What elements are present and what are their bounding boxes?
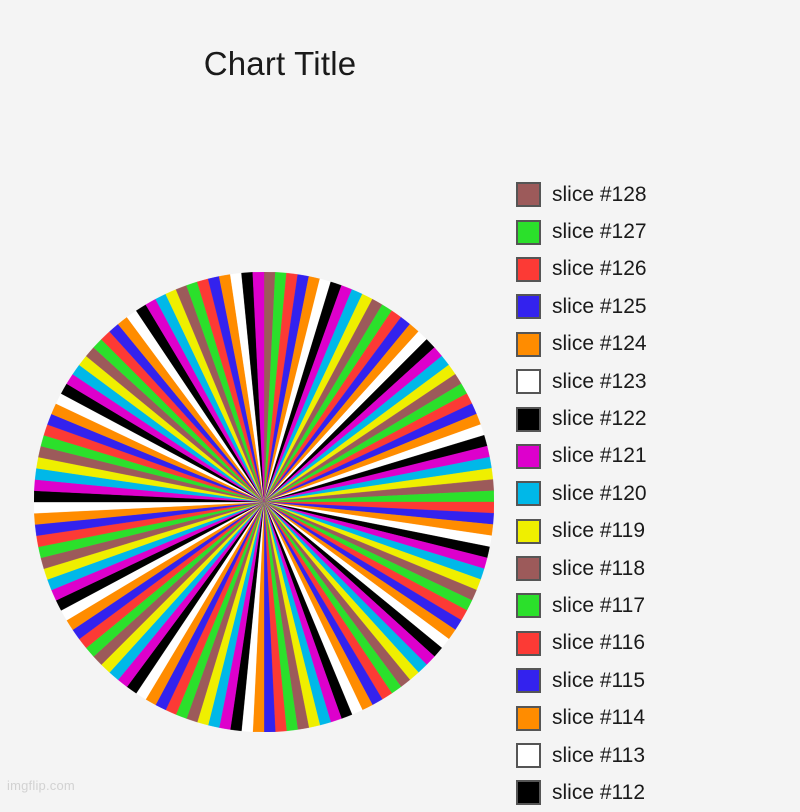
legend-item[interactable]: slice #112 [516, 774, 800, 811]
legend-item[interactable]: slice #126 [516, 251, 800, 288]
legend-color-swatch [516, 331, 541, 357]
legend-item-label: slice #121 [552, 444, 647, 468]
chart-legend: slice #128 slice #127 slice #126 slice #125… [516, 176, 800, 812]
legend-color-swatch [516, 556, 541, 582]
legend-item-label: slice #126 [552, 257, 647, 281]
legend-item-label: slice #115 [552, 668, 646, 692]
legend-item[interactable]: slice #116 [516, 625, 800, 662]
legend-color-swatch [516, 443, 541, 469]
pie-chart-canvas[interactable] [34, 272, 494, 732]
legend-color-swatch [516, 481, 541, 507]
legend-color-swatch [516, 668, 541, 694]
legend-color-swatch [516, 743, 541, 769]
legend-item-label: slice #116 [552, 631, 646, 655]
legend-color-swatch [516, 780, 541, 806]
legend-item-label: slice #119 [552, 519, 646, 543]
legend-color-swatch [516, 705, 541, 731]
legend-color-swatch [516, 256, 541, 282]
legend-item-label: slice #113 [552, 743, 646, 767]
legend-item-label: slice #122 [552, 407, 647, 431]
legend-item[interactable]: slice #120 [516, 475, 800, 512]
legend-item-label: slice #128 [552, 182, 647, 206]
legend-item[interactable]: slice #115 [516, 662, 800, 699]
legend-item[interactable]: slice #122 [516, 400, 800, 437]
legend-item-label: slice #117 [552, 593, 646, 617]
legend-item-label: slice #124 [552, 332, 647, 356]
legend-item[interactable]: slice #114 [516, 699, 800, 736]
legend-item-label: slice #120 [552, 481, 647, 505]
legend-color-swatch [516, 219, 541, 245]
legend-color-swatch [516, 182, 541, 208]
legend-item[interactable]: slice #113 [516, 737, 800, 774]
pie-chart-figure: Chart Title slice #128 slice #127 slice #1… [0, 0, 800, 806]
legend-item[interactable]: slice #127 [516, 213, 800, 250]
legend-color-swatch [516, 518, 541, 544]
legend-item-label: slice #123 [552, 369, 647, 393]
legend-item[interactable]: slice #123 [516, 363, 800, 400]
legend-item[interactable]: slice #128 [516, 176, 800, 213]
legend-item-label: slice #112 [552, 780, 646, 804]
legend-item-label: slice #125 [552, 294, 647, 318]
legend-color-swatch [516, 593, 541, 619]
legend-item-label: slice #127 [552, 220, 647, 244]
imgflip-watermark: imgflip.com [7, 778, 75, 793]
legend-item[interactable]: slice #121 [516, 438, 800, 475]
legend-color-swatch [516, 630, 541, 656]
page-title: Chart Title [203, 45, 357, 83]
legend-item[interactable]: slice #125 [516, 288, 800, 325]
pie-slices-group [34, 272, 494, 732]
legend-item[interactable]: slice #117 [516, 587, 800, 624]
legend-item[interactable]: slice #119 [516, 513, 800, 550]
legend-item-label: slice #118 [552, 556, 646, 580]
legend-item[interactable]: slice #118 [516, 550, 800, 587]
legend-color-swatch [516, 294, 541, 320]
legend-item[interactable]: slice #124 [516, 326, 800, 363]
legend-color-swatch [516, 369, 541, 395]
legend-color-swatch [516, 406, 541, 432]
legend-item-label: slice #114 [552, 706, 646, 730]
